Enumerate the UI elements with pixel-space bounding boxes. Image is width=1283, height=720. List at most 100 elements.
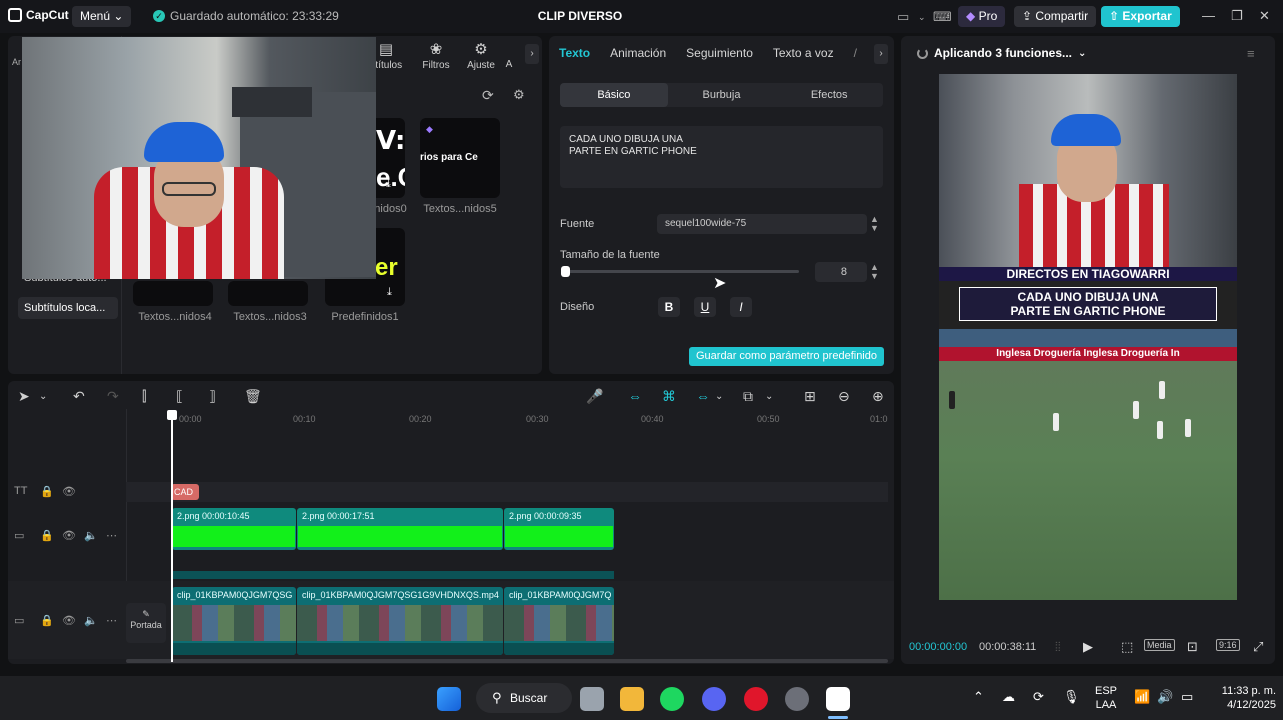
volume-icon[interactable]: 🔈 <box>84 529 98 542</box>
font-stepper-icon[interactable]: ▲ ▼ <box>870 215 879 233</box>
zoom-in-icon[interactable]: ⊕ <box>872 388 884 405</box>
chevron-down-icon[interactable]: ⌄ <box>715 391 723 402</box>
language-indicator[interactable]: ESP LAA <box>1092 684 1120 712</box>
font-size-slider-handle[interactable] <box>561 266 570 277</box>
video-caption-box[interactable]: CADA UNO DIBUJA UNA PARTE EN GARTIC PHON… <box>959 287 1217 321</box>
tab-text[interactable]: Texto <box>559 46 590 60</box>
fit-icon[interactable]: ⬚ <box>1121 639 1133 655</box>
chevron-down-icon[interactable]: ⌄ <box>39 391 47 402</box>
tab-tracking[interactable]: Seguimiento <box>686 46 753 60</box>
media-badge[interactable]: Media <box>1144 639 1175 651</box>
more-icon[interactable]: ⋯ <box>106 529 117 542</box>
download-icon[interactable]: ⤓ <box>386 178 391 191</box>
lock-icon[interactable]: 🔒 <box>40 614 54 627</box>
file-explorer-icon[interactable] <box>620 687 644 711</box>
text-preset-tile-4[interactable] <box>133 281 213 306</box>
bold-button[interactable]: B <box>658 297 680 317</box>
split-icon[interactable]: ⫿ <box>142 388 146 405</box>
export-button[interactable]: ⇧ Exportar <box>1101 6 1180 27</box>
spotify-icon[interactable] <box>660 687 684 711</box>
redo-icon[interactable]: ↷ <box>107 388 119 405</box>
chevron-down-icon[interactable]: ⌄ <box>1078 48 1086 59</box>
lock-icon[interactable]: 🔒 <box>40 485 54 498</box>
subtab-bubble[interactable]: Burbuja <box>668 83 776 107</box>
zoom-out-icon[interactable]: ⊖ <box>838 388 850 405</box>
maximize-icon[interactable]: ❐ <box>1231 8 1243 24</box>
minimize-icon[interactable]: — <box>1202 8 1215 23</box>
text-preset-tile-5[interactable]: ◆ rios para Ce <box>420 118 500 198</box>
video-clip[interactable]: clip_01KBPAM0QJGM7QSG1G9VHDNXQS.mp4 <box>297 587 503 655</box>
pro-button[interactable]: ◆ Pro <box>958 6 1006 27</box>
opera-icon[interactable] <box>744 687 768 711</box>
font-size-stepper-icon[interactable]: ▲ ▼ <box>870 263 879 281</box>
font-size-slider[interactable] <box>565 270 799 273</box>
ratio-badge[interactable]: 9:16 <box>1216 639 1240 651</box>
image-clip[interactable]: 2.png 00:00:10:45 <box>172 508 296 550</box>
split-view-icon[interactable]: ⧉ <box>743 388 753 405</box>
text-preset-tile-3[interactable] <box>228 281 308 306</box>
delete-icon[interactable]: 🗑 <box>244 388 262 405</box>
fullscreen-icon[interactable]: ⤢ <box>1253 639 1263 655</box>
magnet-icon[interactable]: ⌘ <box>662 388 676 405</box>
tabs-next-icon[interactable]: › <box>874 44 888 64</box>
wifi-icon[interactable]: 📶 <box>1134 689 1150 705</box>
select-tool-icon[interactable]: ➤ <box>18 388 30 405</box>
tool-adjust[interactable]: ⚙ Ajuste <box>458 40 504 71</box>
link-main-track-icon[interactable]: ⇔ <box>628 388 642 404</box>
tab-text-to-speech[interactable]: Texto a voz <box>773 46 834 60</box>
capcut-taskbar-icon[interactable] <box>826 687 850 711</box>
steam-icon[interactable] <box>785 687 809 711</box>
shortcuts-icon[interactable]: ⌨ <box>933 9 952 25</box>
playhead[interactable] <box>171 412 173 662</box>
text-clip[interactable]: CAD <box>171 484 199 500</box>
battery-icon[interactable]: ▭ <box>1181 689 1193 705</box>
video-preview[interactable]: DIRECTOS EN TIAGOWARRI CADA UNO DIBUJA U… <box>939 74 1237 600</box>
lock-icon[interactable]: 🔒 <box>40 529 54 542</box>
eye-icon[interactable]: 👁 <box>62 485 76 498</box>
share-button[interactable]: ⇪ Compartir <box>1014 6 1097 27</box>
sidebar-item-local-subtitles[interactable]: Subtítulos loca... <box>18 297 118 319</box>
eye-icon[interactable]: 👁 <box>62 529 76 542</box>
undo-icon[interactable]: ↶ <box>73 388 85 405</box>
subtab-basic[interactable]: Básico <box>560 83 668 107</box>
cover-button[interactable]: ✎ Portada <box>126 603 166 643</box>
subtab-effects[interactable]: Efectos <box>775 83 883 107</box>
italic-button[interactable]: I <box>730 297 752 317</box>
sync-icon[interactable]: ⟳ <box>1033 689 1044 705</box>
tab-animation[interactable]: Animación <box>610 46 666 60</box>
tool-filters[interactable]: ❀ Filtros <box>413 40 459 71</box>
menu-button[interactable]: Menú ⌄ <box>72 6 132 27</box>
layout-dropdown-icon[interactable]: ⌄ <box>918 12 926 23</box>
preview-menu-icon[interactable]: ≡ <box>1247 46 1255 61</box>
clock[interactable]: 11:33 p. m. 4/12/2025 <box>1200 684 1276 712</box>
layout-icon[interactable]: ▭ <box>897 9 909 25</box>
video-clip[interactable]: clip_01KBPAM0QJGM7QSG <box>172 587 296 655</box>
underline-button[interactable]: U <box>694 297 716 317</box>
save-preset-button[interactable]: Guardar como parámetro predefinido <box>689 347 884 366</box>
speaker-icon[interactable]: 🔊 <box>1157 689 1173 705</box>
chevron-up-icon[interactable]: ⌃ <box>973 689 984 705</box>
split-left-icon[interactable]: ⟦ <box>176 388 183 405</box>
microphone-icon[interactable]: 🎙 <box>1063 689 1080 705</box>
cloud-icon[interactable]: ☁ <box>1002 689 1015 705</box>
download-icon[interactable]: ⤓ <box>387 286 392 299</box>
video-clip[interactable]: clip_01KBPAM0QJGM7Q <box>504 587 614 655</box>
chevron-down-icon[interactable]: ⌄ <box>765 391 773 402</box>
tab-overflow[interactable]: / <box>854 46 857 60</box>
image-clip[interactable]: 2.png 00:00:17:51 <box>297 508 503 550</box>
split-right-icon[interactable]: ⟧ <box>209 388 216 405</box>
refresh-icon[interactable]: ⟳ <box>482 87 494 104</box>
windows-start-icon[interactable] <box>437 687 461 711</box>
more-icon[interactable]: ⋯ <box>106 614 117 627</box>
preview-axis-icon[interactable]: ⊞ <box>804 388 816 405</box>
play-icon[interactable]: ▶ <box>1083 639 1093 655</box>
text-content-input[interactable]: CADA UNO DIBUJA UNA PARTE EN GARTIC PHON… <box>560 126 883 188</box>
discord-icon[interactable] <box>702 687 726 711</box>
taskbar-search[interactable]: ⚲ Buscar <box>476 683 572 713</box>
font-select[interactable]: sequel100wide-75 <box>657 214 867 234</box>
timeline-scrollbar[interactable] <box>126 659 888 663</box>
image-clip[interactable]: 2.png 00:00:09:35 <box>504 508 614 550</box>
microphone-icon[interactable]: 🎤 <box>586 388 603 405</box>
crop-icon[interactable]: ⊡ <box>1187 639 1198 655</box>
linkage-icon[interactable]: ⇔ <box>696 388 710 404</box>
